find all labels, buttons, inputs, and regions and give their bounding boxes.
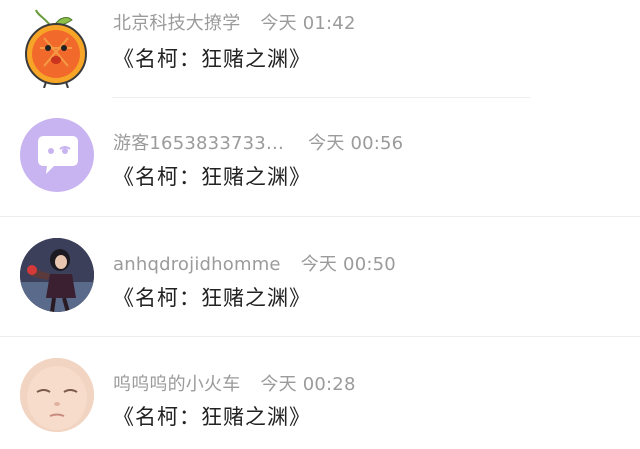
- timestamp: 今天 00:50: [300, 254, 396, 275]
- divider: [0, 216, 640, 217]
- divider: [0, 336, 640, 337]
- comment-text: 《名柯：狂赌之渊》: [113, 286, 311, 310]
- comment-item[interactable]: anhqdrojidhomme 今天 00:50 《名柯：狂赌之渊》: [0, 218, 640, 337]
- username[interactable]: 呜呜呜的小火车: [113, 374, 240, 395]
- comment-text: 《名柯：狂赌之渊》: [113, 405, 311, 429]
- comment-list: 北京科技大撩学 今天 01:42 《名柯：狂赌之渊》 游客1653833733… 今…: [0, 0, 640, 449]
- baby-face-avatar-icon[interactable]: [20, 358, 94, 432]
- comment-meta: anhqdrojidhomme 今天 00:50: [113, 250, 396, 276]
- username[interactable]: 游客1653833733…: [113, 133, 284, 154]
- comment-text: 《名柯：狂赌之渊》: [113, 165, 311, 189]
- comment-item[interactable]: 游客1653833733… 今天 00:56 《名柯：狂赌之渊》: [0, 98, 640, 217]
- comment-text: 《名柯：狂赌之渊》: [113, 47, 311, 71]
- default-guest-chat-bubble-avatar-icon[interactable]: [20, 118, 94, 192]
- comment-meta: 游客1653833733… 今天 00:56: [113, 129, 403, 155]
- timestamp: 今天 00:56: [308, 133, 404, 154]
- timestamp: 今天 01:42: [260, 13, 356, 34]
- username[interactable]: anhqdrojidhomme: [113, 254, 281, 275]
- comment-item[interactable]: 呜呜呜的小火车 今天 00:28 《名柯：狂赌之渊》: [0, 338, 640, 449]
- comment-meta: 呜呜呜的小火车 今天 00:28: [113, 370, 356, 396]
- game-character-avatar-icon[interactable]: [20, 238, 94, 312]
- username[interactable]: 北京科技大撩学: [113, 13, 240, 34]
- orange-fruit-avatar-icon[interactable]: [16, 8, 96, 88]
- comment-meta: 北京科技大撩学 今天 01:42: [113, 9, 356, 35]
- timestamp: 今天 00:28: [260, 374, 356, 395]
